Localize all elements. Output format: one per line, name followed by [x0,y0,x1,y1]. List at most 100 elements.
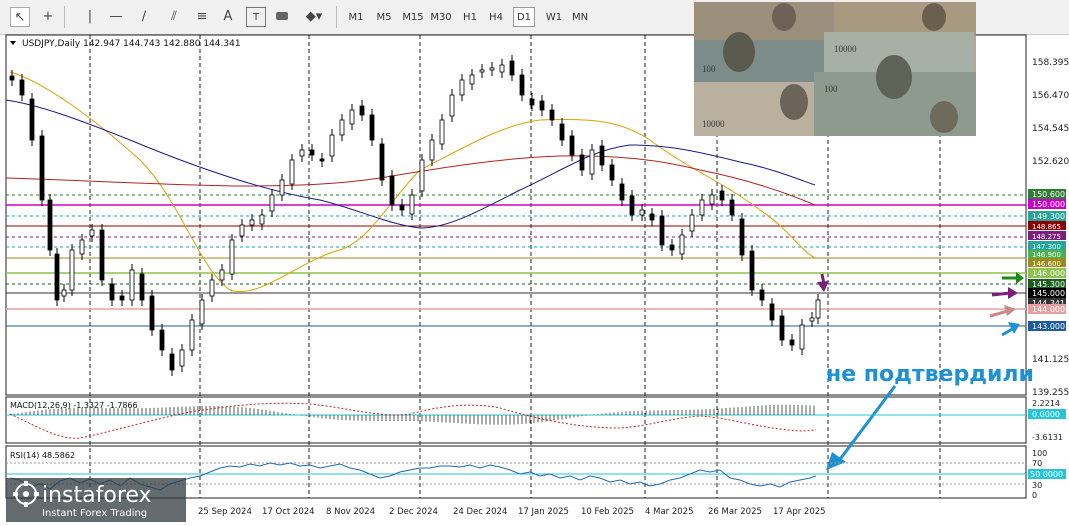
toolbar-separator [336,6,337,28]
level-label: 149.300 [1032,212,1065,221]
date-tick-label: 26 Mar 2025 [708,507,762,517]
candle-body [499,64,505,73]
svg-text:10000: 10000 [834,44,857,54]
timeframe-d1-button[interactable]: D1 [513,7,535,27]
rectangle-icon[interactable] [272,7,292,27]
candle-body [579,154,585,171]
timeframe-m5-button[interactable]: M5 [373,7,395,27]
candle-body [629,195,635,216]
svg-text:10000: 10000 [702,119,725,129]
candle-body [9,75,15,81]
candle-body [159,329,165,351]
level-label: 150.600 [1032,190,1065,199]
candle-body [699,199,705,216]
text-tool-icon[interactable]: A [218,7,238,27]
candle-body [359,105,365,116]
candle-body [109,283,115,301]
candle-body [379,143,385,181]
price-tick-label: 139.255 [1032,388,1069,398]
candle-body [139,273,145,301]
candle-body [469,74,475,85]
timeframe-w1-button[interactable]: W1 [543,7,565,27]
date-tick-label: 17 Jan 2025 [518,507,569,517]
candle-body [669,244,675,251]
candle-body [189,319,195,351]
banknotes-image: 100 10000 100 10000 [694,2,976,136]
candle-body [19,79,25,96]
macd-tick-label: 0.0000 [1032,410,1060,419]
rsi-tick-label: 100 [1032,449,1047,458]
svg-text:100: 100 [824,84,838,94]
crosshair-icon[interactable]: + [38,7,58,27]
macd-tick-label: 2.2214 [1032,399,1060,408]
candle-body [69,249,75,291]
level-label: 148.865 [1032,223,1061,231]
candle-body [369,114,375,141]
timeframe-mn-button[interactable]: MN [570,7,590,27]
candle-body [549,109,555,121]
candle-body [149,295,155,331]
candle-body [589,149,595,175]
macd-tick-label: -3.6131 [1032,433,1063,442]
timeframe-m1-button[interactable]: M1 [345,7,367,27]
candle-body [539,100,545,111]
candle-body [47,199,53,251]
candle-body [759,289,765,301]
horizontal-line-icon[interactable]: — [106,7,126,27]
candle-body [769,303,775,321]
channel-icon[interactable]: ⫽ [164,7,184,27]
candle-body [815,299,821,319]
candle-body [319,158,325,162]
annotation-text: не подтвердили [826,362,1034,387]
text-label-icon[interactable]: T [246,7,266,27]
candle-body [299,149,305,157]
candle-body [399,204,405,211]
fibonacci-icon[interactable]: ≡ [192,7,212,27]
cursor-icon[interactable]: ↖ [10,7,30,27]
candle-body [799,324,805,350]
candle-body [289,159,295,185]
timeframe-h4-button[interactable]: H4 [486,7,506,27]
candle-body [229,239,235,275]
date-tick-label: 24 Dec 2024 [453,507,507,517]
candle-body [639,209,645,216]
candle-body [449,94,455,117]
rsi-tick-label: 70 [1032,459,1042,468]
candle-body [249,219,255,226]
candle-body [419,159,425,192]
candle-body [239,224,245,237]
svg-text:100: 100 [702,64,716,74]
rsi-header: RSI(14) 48.5862 [10,451,75,460]
macd-pane[interactable] [5,396,1027,444]
level-label: 145.300 [1032,280,1065,289]
candle-body [709,194,715,205]
date-tick-label: 17 Oct 2024 [262,507,315,517]
timeframe-m15-button[interactable]: M15 [400,7,426,27]
date-axis: 25 Sep 2024 17 Oct 2024 8 Nov 2024 2 Dec… [198,507,826,517]
shapes-icon[interactable]: ◆▾ [304,7,324,27]
level-label: 143.000 [1032,322,1065,331]
candle-body [729,199,735,216]
macd-header: MACD(12,26,9) -1.3327 -1.7866 [10,401,138,410]
vertical-line-icon[interactable]: | [80,7,100,27]
trend-line-icon[interactable]: ∕ [134,7,154,27]
candle-body [39,135,45,201]
level-label: 144.000 [1032,305,1065,314]
level-label: 147.300 [1032,243,1061,251]
candle-body [129,269,135,301]
candle-body [569,135,575,156]
candle-body [79,239,85,255]
candle-body [309,149,315,156]
date-tick-label: 8 Nov 2024 [326,507,375,517]
candle-body [749,250,755,291]
candle-body [509,60,515,76]
instaforex-logo: instaforex Instant Forex Trading [6,478,186,522]
chart-header: USDJPY,Daily 142.947 144.743 142.880 144… [22,39,241,49]
rsi-tick-label: 0 [1032,491,1037,500]
candle-body [179,349,185,367]
candle-body [169,353,175,371]
timeframe-m30-button[interactable]: M30 [428,7,454,27]
level-label: 146.000 [1032,269,1065,278]
candle-body [429,139,435,161]
timeframe-h1-button[interactable]: H1 [460,7,480,27]
